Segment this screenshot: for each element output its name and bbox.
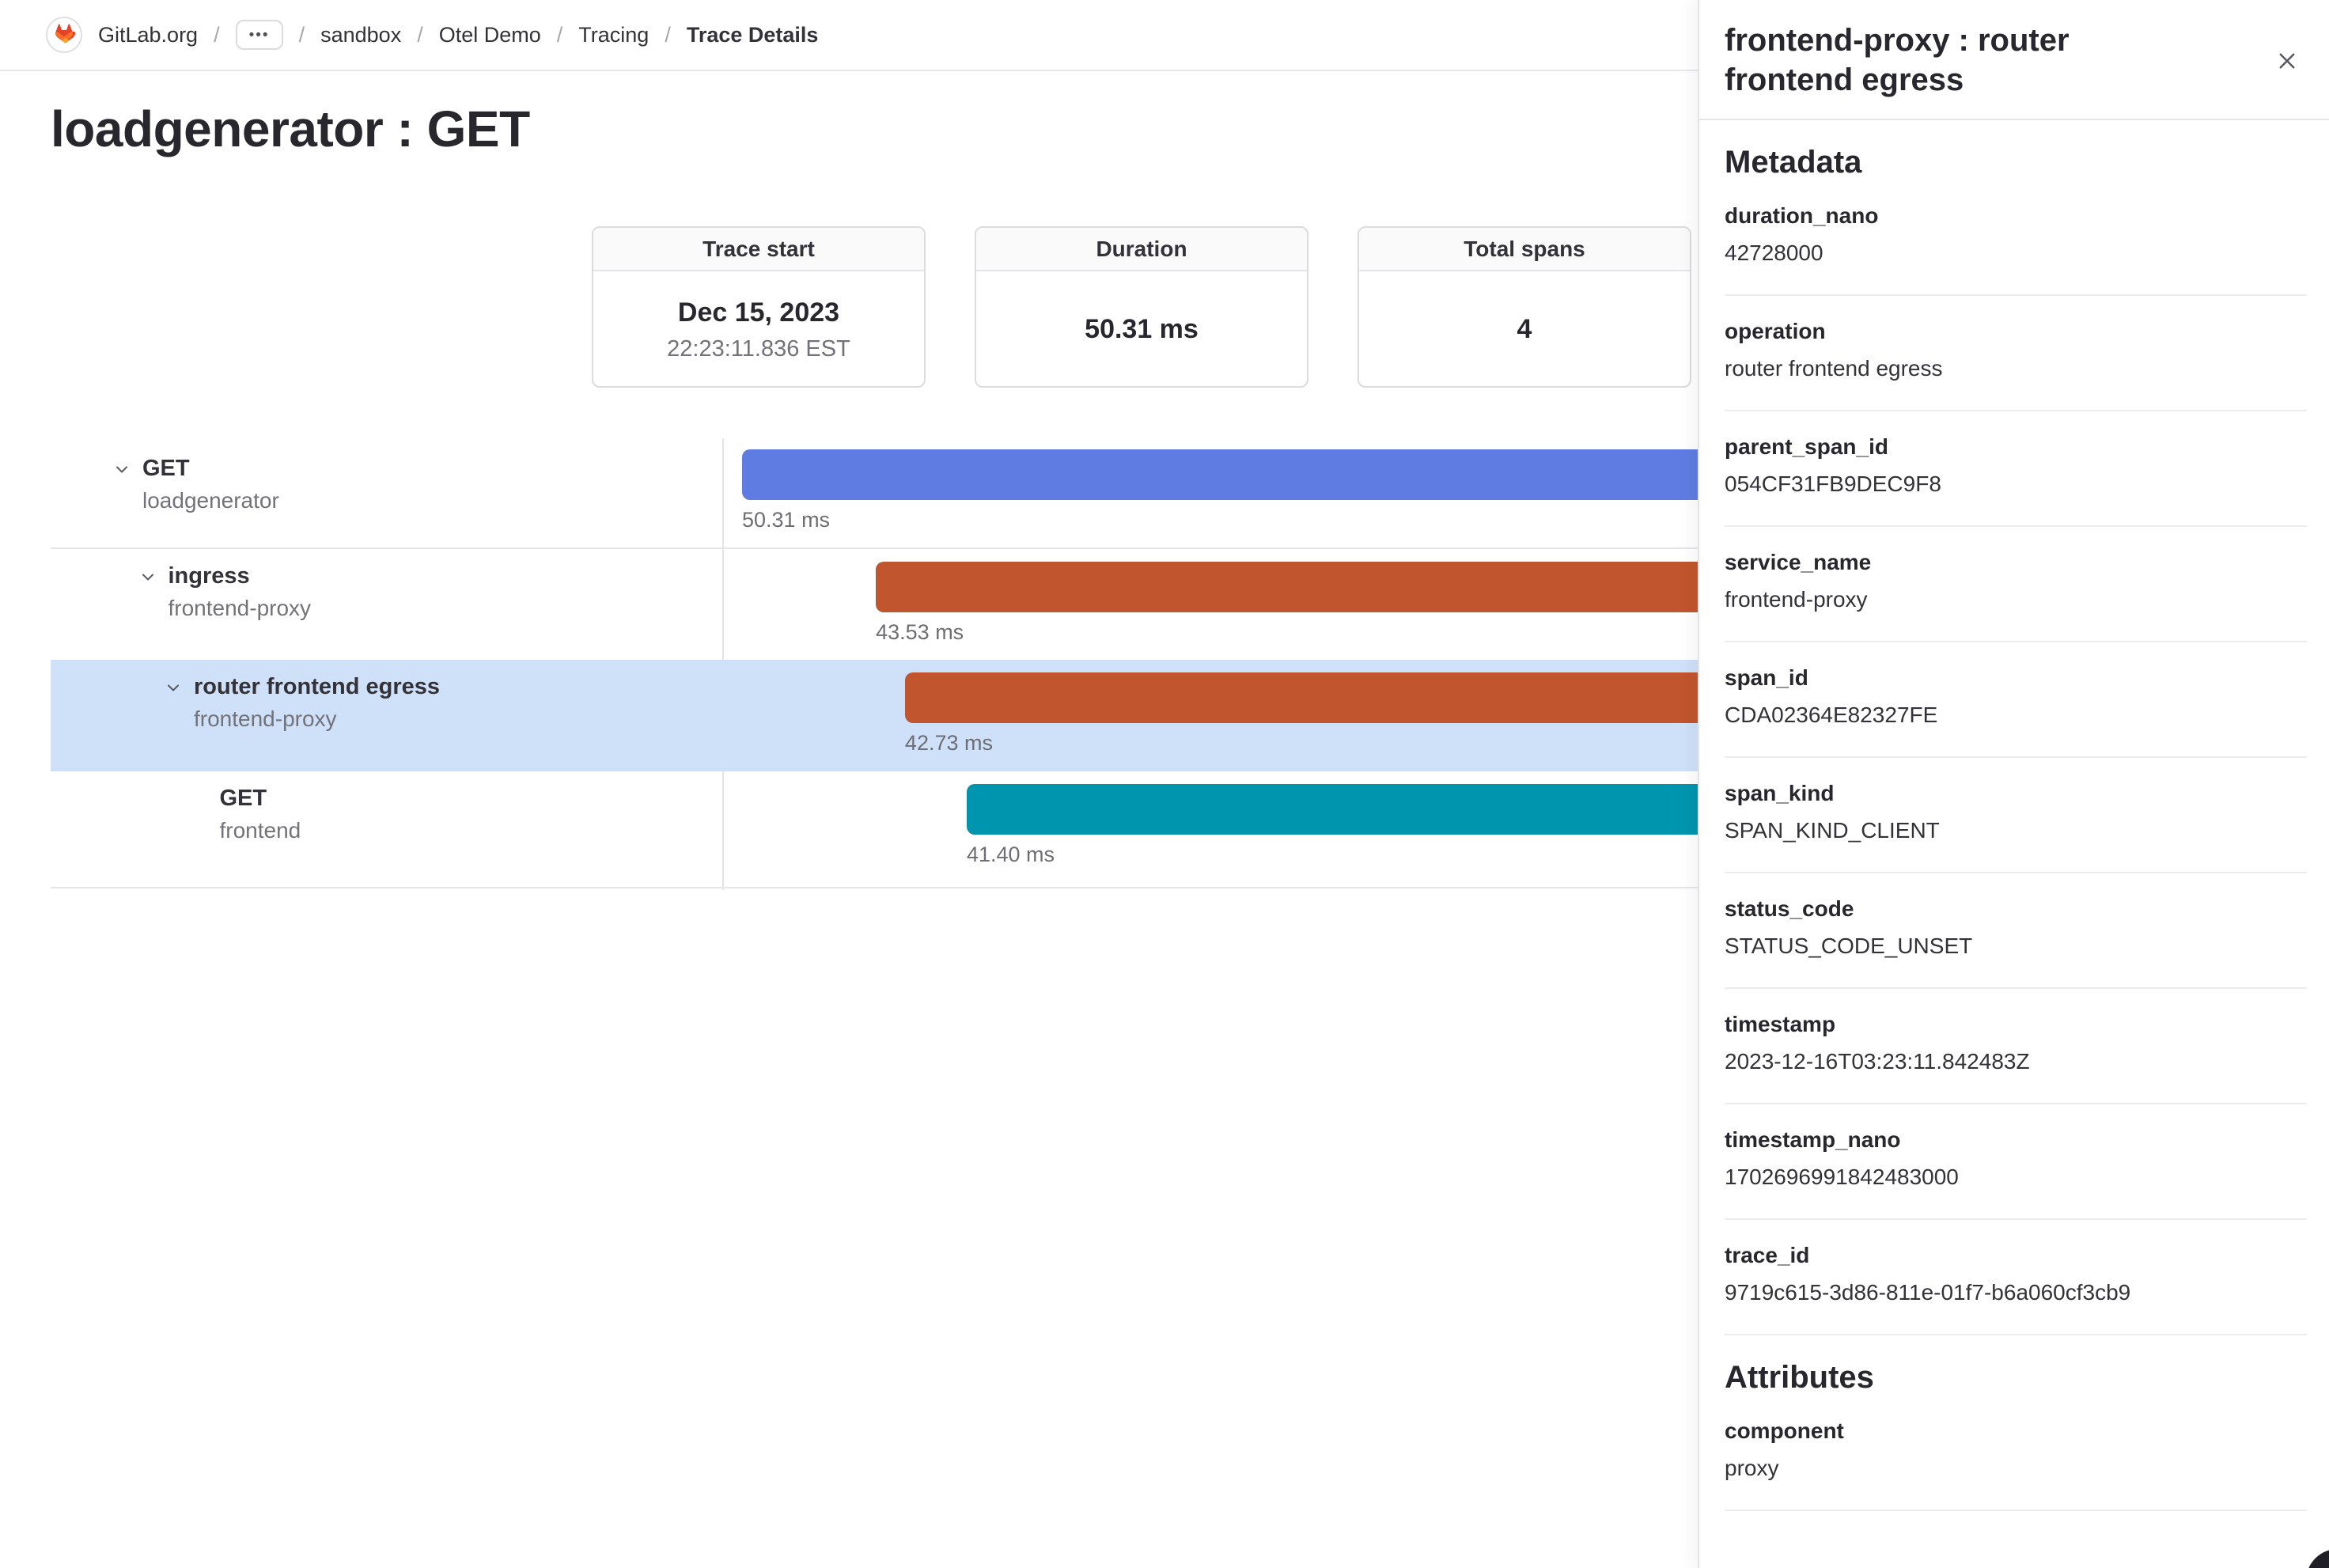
metadata-key: timestamp — [1725, 1011, 2307, 1038]
span-duration-bar[interactable] — [967, 784, 1822, 835]
breadcrumb-item-sandbox[interactable]: sandbox — [320, 23, 401, 47]
metadata-key: operation — [1725, 318, 2307, 345]
metadata-value: SPAN_KIND_CLIENT — [1725, 816, 2307, 845]
span-duration-label: 43.53 ms — [876, 620, 964, 645]
breadcrumb-item-tracing[interactable]: Tracing — [578, 23, 649, 47]
trace-start-card: Trace start Dec 15, 2023 22:23:11.836 ES… — [592, 226, 926, 388]
total-spans-value: 4 — [1517, 314, 1532, 345]
span-operation: ingress — [169, 563, 250, 589]
breadcrumb-item-trace-details: Trace Details — [687, 23, 819, 47]
span-duration-label: 41.40 ms — [967, 843, 1055, 867]
card-title: Trace start — [593, 228, 924, 271]
span-details-drawer: frontend-proxy : router frontend egress … — [1698, 0, 2329, 1568]
breadcrumb-separator: / — [665, 23, 671, 47]
breadcrumb-separator: / — [214, 23, 220, 47]
metadata-value: router frontend egress — [1725, 354, 2307, 383]
metadata-value: CDA02364E82327FE — [1725, 701, 2307, 729]
card-title: Duration — [976, 228, 1307, 271]
metadata-key: trace_id — [1725, 1242, 2307, 1269]
span-duration-bar[interactable] — [742, 449, 1781, 500]
attribute-row: component proxy — [1725, 1396, 2307, 1511]
duration-value: 50.31 ms — [1085, 314, 1199, 345]
attributes-heading: Attributes — [1725, 1359, 2307, 1396]
total-spans-card: Total spans 4 — [1358, 226, 1691, 388]
span-operation: GET — [142, 456, 190, 482]
gitlab-group-avatar[interactable] — [46, 17, 82, 53]
metadata-key: parent_span_id — [1725, 434, 2307, 460]
metadata-key: span_id — [1725, 665, 2307, 691]
card-title: Total spans — [1359, 228, 1690, 271]
metadata-key: span_kind — [1725, 780, 2307, 807]
breadcrumb-separator: / — [417, 23, 423, 47]
span-operation: router frontend egress — [194, 674, 440, 700]
metadata-value: 42728000 — [1725, 239, 2307, 267]
metadata-value: 054CF31FB9DEC9F8 — [1725, 470, 2307, 498]
trace-start-time: 22:23:11.836 EST — [667, 336, 850, 362]
metadata-row: service_name frontend-proxy — [1725, 527, 2307, 642]
breadcrumb-item-gitlab-org[interactable]: GitLab.org — [98, 23, 198, 47]
drawer-body: Metadata duration_nano 42728000 operatio… — [1699, 144, 2329, 1511]
span-operation: GET — [220, 786, 267, 812]
breadcrumb-separator: / — [299, 23, 305, 47]
chevron-down-icon[interactable] — [138, 567, 157, 586]
chevron-down-icon[interactable] — [112, 460, 131, 479]
metadata-row: operation router frontend egress — [1725, 296, 2307, 411]
metadata-value: 2023-12-16T03:23:11.842483Z — [1725, 1047, 2307, 1076]
metadata-row: parent_span_id 054CF31FB9DEC9F8 — [1725, 411, 2307, 527]
metadata-row: timestamp 2023-12-16T03:23:11.842483Z — [1725, 989, 2307, 1104]
drawer-title: frontend-proxy : router frontend egress — [1725, 21, 2199, 100]
chevron-down-icon[interactable] — [164, 678, 183, 697]
metadata-row: timestamp_nano 1702696991842483000 — [1725, 1104, 2307, 1220]
gitlab-tanuki-icon — [53, 24, 75, 46]
metadata-row: trace_id 9719c615-3d86-811e-01f7-b6a060c… — [1725, 1220, 2307, 1335]
metadata-key: service_name — [1725, 549, 2307, 576]
close-button[interactable] — [2267, 41, 2307, 81]
metadata-value: 9719c615-3d86-811e-01f7-b6a060cf3cb9 — [1725, 1278, 2307, 1307]
page-title: loadgenerator : GET — [51, 100, 530, 158]
trace-start-date: Dec 15, 2023 — [678, 297, 839, 328]
metadata-heading: Metadata — [1725, 144, 2307, 180]
span-duration-bar[interactable] — [905, 672, 1787, 723]
breadcrumb-ellipsis-button[interactable]: ••• — [236, 20, 283, 50]
breadcrumb-separator: / — [557, 23, 563, 47]
metadata-value: frontend-proxy — [1725, 585, 2307, 614]
metadata-row: span_id CDA02364E82327FE — [1725, 642, 2307, 758]
metadata-row: duration_nano 42728000 — [1725, 180, 2307, 296]
metadata-row: span_kind SPAN_KIND_CLIENT — [1725, 758, 2307, 873]
duration-card: Duration 50.31 ms — [975, 226, 1308, 388]
span-duration-label: 50.31 ms — [742, 508, 830, 532]
attribute-value: proxy — [1725, 1454, 2307, 1483]
breadcrumb-item-otel-demo[interactable]: Otel Demo — [439, 23, 541, 47]
metadata-row: status_code STATUS_CODE_UNSET — [1725, 873, 2307, 989]
span-duration-bar[interactable] — [876, 562, 1774, 612]
metadata-key: timestamp_nano — [1725, 1127, 2307, 1153]
metadata-value: STATUS_CODE_UNSET — [1725, 932, 2307, 960]
corner-widget-button[interactable] — [2306, 1549, 2329, 1568]
attribute-key: component — [1725, 1418, 2307, 1445]
metadata-key: status_code — [1725, 896, 2307, 922]
metadata-value: 1702696991842483000 — [1725, 1163, 2307, 1191]
metadata-key: duration_nano — [1725, 203, 2307, 229]
drawer-header: frontend-proxy : router frontend egress — [1699, 0, 2329, 120]
close-icon — [2273, 47, 2301, 75]
span-duration-label: 42.73 ms — [905, 731, 993, 756]
